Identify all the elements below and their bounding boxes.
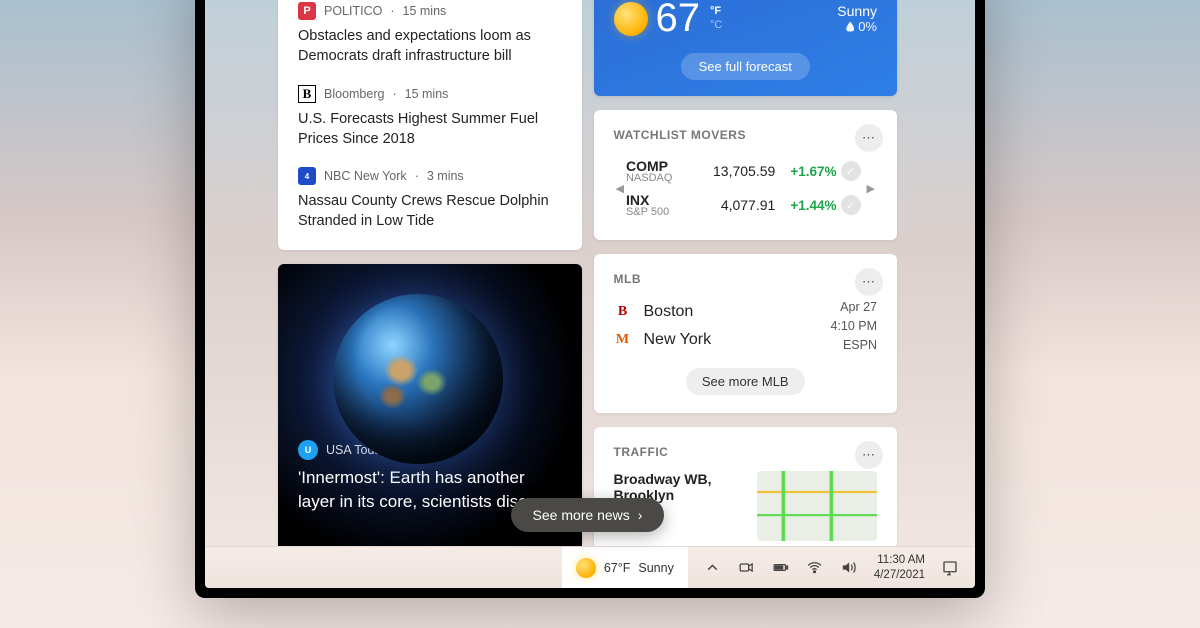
news-item[interactable]: 4 NBC New York · 3 mins Nassau County Cr… [298, 167, 562, 232]
widgets-panel: HEADLINES P POLITICO · 15 mins Obstacles… [270, 0, 905, 532]
sun-icon [576, 558, 596, 578]
watchlist-more-button[interactable]: ⋯ [855, 124, 883, 152]
see-more-news-button[interactable]: See more news › [511, 498, 665, 532]
ticker-name: NASDAQ [626, 172, 712, 184]
ticker-name: S&P 500 [626, 206, 712, 218]
see-more-mlb-button[interactable]: See more MLB [686, 368, 805, 395]
ticker-change: +1.67% [783, 164, 840, 179]
mlb-more-button[interactable]: ⋯ [855, 268, 883, 296]
volume-icon[interactable] [834, 553, 864, 583]
news-item[interactable]: B Bloomberg · 15 mins U.S. Forecasts Hig… [298, 85, 562, 150]
ticker-row[interactable]: INX S&P 500 4,077.91 +1.44% ✓ [626, 188, 865, 222]
news-time: 3 mins [427, 169, 464, 183]
taskbar-temp: 67°F [604, 561, 631, 575]
meet-now-icon[interactable] [732, 553, 762, 583]
watchlist-card: ⋯ WATCHLIST MOVERS ◀ COMP NASDAQ [594, 110, 898, 240]
ticker-change: +1.44% [783, 198, 840, 213]
watchlist-next-button[interactable]: ▶ [865, 182, 877, 195]
sun-icon [614, 2, 648, 36]
taskbar: 67°F Sunny 11:30 [205, 546, 975, 588]
news-source: POLITICO [324, 4, 382, 18]
taskbar-weather[interactable]: 67°F Sunny [562, 547, 688, 588]
news-headline: U.S. Forecasts Highest Summer Fuel Price… [298, 109, 562, 150]
see-forecast-button[interactable]: See full forecast [681, 53, 810, 80]
notifications-icon[interactable] [935, 553, 965, 583]
news-time: 15 mins [405, 87, 449, 101]
chevron-right-icon: › [638, 507, 643, 523]
team-row[interactable]: B Boston [614, 303, 712, 321]
news-time: 15 mins [403, 4, 447, 18]
team-row[interactable]: M New York [614, 331, 712, 349]
game-network: ESPN [830, 336, 877, 355]
bloomberg-icon: B [298, 85, 316, 103]
news-headline: Nassau County Crews Rescue Dolphin Stran… [298, 191, 562, 232]
ticker-check-icon[interactable]: ✓ [841, 195, 861, 215]
news-source: Bloomberg [324, 87, 384, 101]
battery-icon[interactable] [766, 553, 796, 583]
watchlist-title: WATCHLIST MOVERS [614, 128, 878, 142]
ticker-check-icon[interactable]: ✓ [841, 161, 861, 181]
ticker-price: 4,077.91 [712, 197, 784, 213]
taskbar-clock[interactable]: 11:30 AM 4/27/2021 [868, 553, 931, 582]
mets-logo-icon: M [614, 331, 632, 349]
weather-condition: Sunny [837, 3, 877, 19]
droplet-icon [846, 22, 854, 32]
politico-icon: P [298, 2, 316, 20]
game-date: Apr 27 [830, 298, 877, 317]
news-item[interactable]: P POLITICO · 15 mins Obstacles and expec… [298, 2, 562, 67]
boston-logo-icon: B [614, 303, 632, 321]
taskbar-condition: Sunny [638, 561, 673, 575]
team-name: New York [644, 331, 712, 349]
traffic-more-button[interactable]: ⋯ [855, 441, 883, 469]
ticker-price: 13,705.59 [712, 163, 784, 179]
headlines-card: HEADLINES P POLITICO · 15 mins Obstacles… [278, 0, 582, 250]
wifi-icon[interactable] [800, 553, 830, 583]
weather-card: ⋯ NEW YORK CITY, NY 67 °F °C [594, 0, 898, 96]
team-name: Boston [644, 303, 694, 321]
watchlist-prev-button[interactable]: ◀ [614, 182, 626, 195]
nbc-icon: 4 [298, 167, 316, 185]
weather-precip: 0% [858, 19, 877, 34]
traffic-title: TRAFFIC [614, 445, 878, 459]
weather-temp: 67 [656, 0, 701, 41]
traffic-map[interactable] [757, 471, 877, 541]
news-source: NBC New York [324, 169, 407, 183]
unit-f[interactable]: °F [710, 5, 722, 18]
game-time: 4:10 PM [830, 317, 877, 336]
news-headline: Obstacles and expectations loom as Democ… [298, 26, 562, 67]
usatoday-icon: U [298, 440, 318, 460]
mlb-title: MLB [614, 272, 878, 286]
mlb-card: ⋯ MLB B Boston M New York [594, 254, 898, 413]
ticker-row[interactable]: COMP NASDAQ 13,705.59 +1.67% ✓ [626, 154, 865, 188]
tray-chevron-icon[interactable] [698, 553, 728, 583]
earth-image [333, 294, 503, 464]
unit-c[interactable]: °C [710, 19, 722, 32]
